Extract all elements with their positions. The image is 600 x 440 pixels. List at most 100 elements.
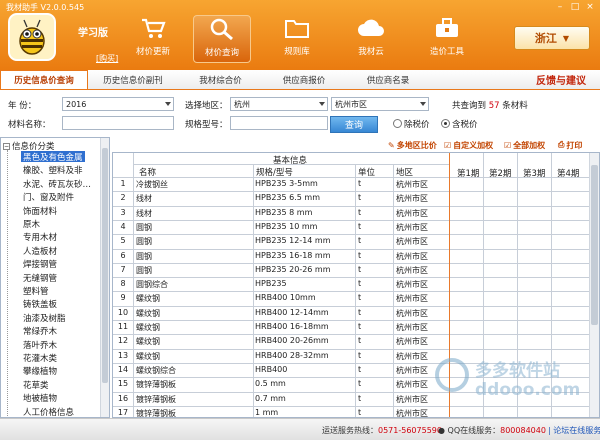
forum-label: 论坛在线服务 xyxy=(553,426,600,435)
cell-region: 杭州市区 xyxy=(396,394,428,404)
column-divider xyxy=(393,164,394,417)
tree-item[interactable]: 人造板材 xyxy=(23,245,57,257)
nav-cloud[interactable]: 我材云 xyxy=(342,15,400,63)
qq-service[interactable]: ● QQ在线服务：800084040 xyxy=(438,425,546,436)
year-select[interactable]: 2016 xyxy=(62,97,174,111)
nav-label: 我材云 xyxy=(358,47,384,57)
result-count-text: 共查询到 57 条材料 xyxy=(452,99,528,111)
tree-item[interactable]: 铸铁盖板 xyxy=(23,298,57,310)
col-header-period-4[interactable]: 第4期 xyxy=(557,167,579,179)
nav-rule-library[interactable]: 规则库 xyxy=(268,15,326,63)
tree-item[interactable]: 攀缘植物 xyxy=(23,365,57,377)
tree-item[interactable]: 塑料管 xyxy=(23,285,49,297)
cell-region: 杭州市区 xyxy=(396,237,428,247)
multi-region-compare-button[interactable]: ✎ 多地区比价 xyxy=(388,138,437,152)
tab-history-price[interactable]: 历史信息价查询 xyxy=(0,70,88,89)
tree-scroll-thumb[interactable] xyxy=(102,148,108,383)
col-header-region[interactable]: 地区 xyxy=(396,166,413,178)
col-header-period-3[interactable]: 第3期 xyxy=(523,167,545,179)
bee-logo-icon xyxy=(8,13,56,61)
category-tree: − 信息价分类 黑色及有色金属 橡胶、塑料及非 水泥、砖瓦灰砂… 门、窗及附件 饰面材料… xyxy=(0,137,110,418)
all-weight-button[interactable]: ☑ 全部加权 xyxy=(504,138,545,152)
col-header-name[interactable]: 名称 xyxy=(139,166,156,178)
collapse-icon[interactable]: − xyxy=(3,142,10,150)
cell-spec: HRB400 10mm xyxy=(255,293,316,303)
tab-supplier-list[interactable]: 供应商名录 xyxy=(345,70,431,89)
cell-name: 螺纹钢 xyxy=(136,294,160,304)
header-bar: 我材助手 V2.0.0.545 – □ × 学习版 [购买] 材价更新 材价查询 xyxy=(0,0,600,70)
col-header-unit[interactable]: 单位 xyxy=(358,166,375,178)
tab-composite-price[interactable]: 我材综合价 xyxy=(178,70,263,89)
tree-item[interactable]: 地被植物 xyxy=(23,392,57,404)
cell-spec: HPB235 8 mm xyxy=(255,207,313,217)
cell-name: 圆钢 xyxy=(136,251,152,261)
cell-region: 杭州市区 xyxy=(396,194,428,204)
tree-item[interactable]: 门、窗及附件 xyxy=(23,191,74,203)
query-button[interactable]: 查询 xyxy=(330,116,378,133)
incl-tax-label: 含税价 xyxy=(452,120,478,130)
tree-item[interactable]: 橡胶、塑料及非 xyxy=(23,164,83,176)
tree-item[interactable]: 黑色及有色金属 xyxy=(21,151,85,163)
district-select[interactable]: 杭州市区 xyxy=(331,97,429,111)
year-label: 年 份： xyxy=(8,101,37,111)
cell-spec: 0.5 mm xyxy=(255,379,286,389)
cell-name: 线材 xyxy=(136,208,152,218)
row-number: 7 xyxy=(120,264,126,274)
nav-price-update[interactable]: 材价更新 xyxy=(124,15,182,63)
minimize-icon[interactable]: – xyxy=(554,2,566,12)
cell-region: 杭州市区 xyxy=(396,280,428,290)
spec-input[interactable] xyxy=(230,116,328,130)
cell-spec: HPB235 16-18 mm xyxy=(255,250,331,260)
forum-link[interactable]: | 论坛在线服务 xyxy=(548,425,600,436)
checkbox-icon: ☑ xyxy=(504,140,512,150)
nav-price-query[interactable]: 材价查询 xyxy=(193,15,251,63)
cell-unit: t xyxy=(358,221,362,231)
cell-unit: t xyxy=(358,393,362,403)
cell-name: 圆钢 xyxy=(136,222,152,232)
tree-item[interactable]: 焊接钢管 xyxy=(23,258,57,270)
grid-scroll-thumb[interactable] xyxy=(591,165,598,325)
col-header-period-1[interactable]: 第1期 xyxy=(457,167,479,179)
tree-item[interactable]: 无缝钢管 xyxy=(23,272,57,284)
feedback-link[interactable]: 反馈与建议 xyxy=(536,72,586,87)
tree-item[interactable]: 饰面材料 xyxy=(23,205,57,217)
cell-spec: HRB400 28-32mm xyxy=(255,350,329,360)
tree-scrollbar[interactable] xyxy=(100,138,109,417)
print-button[interactable]: ⎙ 打印 xyxy=(558,138,582,152)
col-header-period-2[interactable]: 第2期 xyxy=(489,167,511,179)
nav-label: 材价查询 xyxy=(204,48,239,58)
cell-unit: t xyxy=(358,250,362,260)
tree-item[interactable]: 常绿乔木 xyxy=(23,325,57,337)
tree-item[interactable]: 油漆及树脂 xyxy=(23,312,66,324)
tab-history-supplement[interactable]: 历史信息价副刊 xyxy=(88,70,178,89)
tree-item[interactable]: 人工价格信息 xyxy=(23,406,74,417)
tree-item[interactable]: 水泥、砖瓦灰砂… xyxy=(23,178,91,190)
maximize-icon[interactable]: □ xyxy=(569,2,581,12)
col-header-spec[interactable]: 规格/型号 xyxy=(256,166,293,178)
row-number: 9 xyxy=(120,293,126,303)
radio-excl-tax[interactable] xyxy=(393,119,402,128)
pencil-icon: ✎ xyxy=(388,140,395,150)
tree-item[interactable]: 花草类 xyxy=(23,379,49,391)
material-name-input[interactable] xyxy=(62,116,174,130)
custom-weight-button[interactable]: ☑ 自定义加权 xyxy=(444,138,493,152)
tree-item[interactable]: 专用木材 xyxy=(23,231,57,243)
tab-supplier-quote[interactable]: 供应商报价 xyxy=(263,70,345,89)
row-number: 3 xyxy=(120,207,126,217)
close-icon[interactable]: × xyxy=(584,2,596,12)
grid-scrollbar[interactable] xyxy=(589,153,599,417)
buy-link[interactable]: [购买] xyxy=(96,53,118,64)
radio-incl-tax[interactable] xyxy=(441,119,450,128)
checkbox-icon: ☑ xyxy=(444,140,452,150)
tree-item[interactable]: 花灌木类 xyxy=(23,352,57,364)
grid-toolbar: ✎ 多地区比价 ☑ 自定义加权 ☑ 全部加权 ⎙ 打印 xyxy=(112,138,600,152)
cell-name: 螺纹钢 xyxy=(136,337,160,347)
tree-item[interactable]: 落叶乔木 xyxy=(23,339,57,351)
city-select[interactable]: 杭州 xyxy=(230,97,328,111)
cell-unit: t xyxy=(358,336,362,346)
tree-item[interactable]: 原木 xyxy=(23,218,40,230)
result-suffix: 条材料 xyxy=(502,101,528,111)
window-controls: – □ × xyxy=(554,2,596,12)
region-dropdown[interactable]: 浙江 ▼ xyxy=(514,26,590,50)
nav-cost-tools[interactable]: 造价工具 xyxy=(418,15,476,63)
